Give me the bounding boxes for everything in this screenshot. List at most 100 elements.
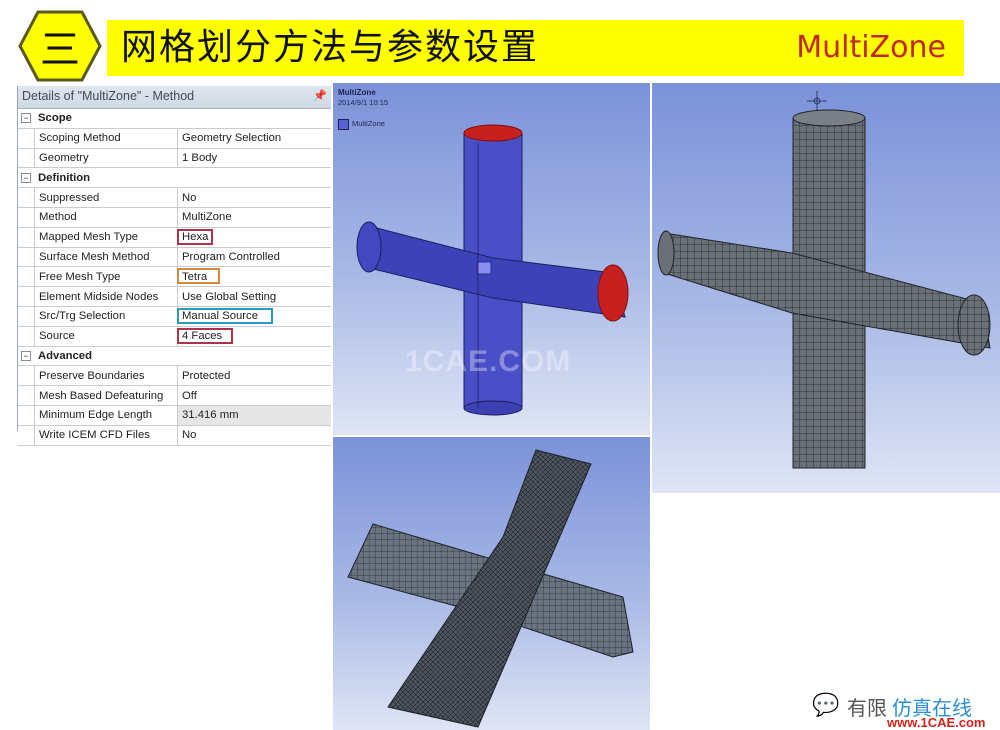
property-value[interactable]: 31.416 mm bbox=[177, 405, 331, 425]
property-name: Preserve Boundaries bbox=[34, 366, 177, 386]
brand-text-1: 有限 bbox=[847, 696, 887, 720]
property-row[interactable]: Minimum Edge Length 31.416 mm bbox=[18, 405, 331, 426]
property-value[interactable]: 4 Faces bbox=[177, 326, 331, 346]
property-value-text: Protected bbox=[182, 369, 231, 382]
property-row[interactable]: Src/Trg Selection Manual Source bbox=[18, 306, 331, 327]
property-value-text: No bbox=[182, 429, 197, 442]
cross-geometry-model bbox=[356, 124, 629, 416]
watermark: 1CAE.COM bbox=[405, 345, 572, 378]
property-row[interactable]: Surface Mesh Method Program Controlled bbox=[18, 247, 331, 268]
property-value-text: No bbox=[182, 191, 197, 204]
legend-swatch bbox=[338, 119, 349, 130]
pin-icon[interactable]: 📌 bbox=[313, 89, 327, 102]
property-name: Suppressed bbox=[34, 188, 177, 207]
method-tag: MultiZone bbox=[796, 30, 946, 65]
property-name: Scoping Method bbox=[34, 128, 177, 148]
details-panel: Details of "MultiZone" - Method 📌 − Scope… bbox=[17, 86, 331, 446]
highlight-box bbox=[177, 327, 234, 344]
property-value[interactable]: Hexa bbox=[177, 227, 331, 247]
property-value-text: Use Global Setting bbox=[182, 290, 277, 303]
property-row[interactable]: Source 4 Faces bbox=[18, 326, 331, 347]
property-value[interactable]: Program Controlled bbox=[177, 247, 331, 267]
section-numeral: 三 bbox=[40, 27, 80, 73]
property-value-text: 1 Body bbox=[182, 151, 218, 164]
property-value[interactable]: Off bbox=[177, 386, 331, 405]
page-title: 网格划分方法与参数设置 bbox=[121, 27, 540, 68]
property-name: Geometry bbox=[34, 148, 177, 168]
property-value[interactable]: Manual Source bbox=[177, 306, 331, 326]
details-panel-header: Details of "MultiZone" - Method 📌 bbox=[18, 86, 331, 109]
property-row[interactable]: Geometry 1 Body bbox=[18, 148, 331, 169]
category-advanced[interactable]: − Advanced bbox=[18, 347, 331, 367]
property-name: Src/Trg Selection bbox=[34, 306, 177, 326]
minus-icon[interactable]: − bbox=[21, 172, 31, 183]
collapse-toggle[interactable]: − bbox=[18, 347, 34, 366]
property-name: Minimum Edge Length bbox=[34, 405, 177, 425]
property-name: Write ICEM CFD Files bbox=[34, 425, 177, 445]
source-face-top bbox=[463, 124, 523, 142]
brand-url[interactable]: www.1CAE.com bbox=[887, 715, 985, 730]
property-name: Mapped Mesh Type bbox=[34, 227, 177, 247]
hex-left-end bbox=[657, 230, 675, 276]
minus-icon[interactable]: − bbox=[21, 350, 31, 361]
property-value-text: Off bbox=[182, 389, 197, 402]
property-row[interactable]: Method MultiZone bbox=[18, 207, 331, 228]
minus-icon[interactable]: − bbox=[21, 113, 31, 124]
property-row[interactable]: Write ICEM CFD Files No bbox=[18, 425, 331, 446]
property-value[interactable]: No bbox=[177, 188, 331, 207]
property-row[interactable]: Scoping Method Geometry Selection bbox=[18, 128, 331, 149]
horizontal-cylinder-left-end bbox=[356, 221, 382, 273]
property-name: Source bbox=[34, 326, 177, 346]
property-name: Mesh Based Defeaturing bbox=[34, 386, 177, 405]
property-value-text: Program Controlled bbox=[182, 250, 280, 263]
collapse-toggle[interactable]: − bbox=[18, 109, 34, 128]
property-value-text: MultiZone bbox=[182, 211, 232, 224]
junction-marker bbox=[476, 261, 492, 275]
property-value-text: Geometry Selection bbox=[182, 132, 282, 145]
property-value[interactable]: 1 Body bbox=[177, 148, 331, 168]
hex-mesh-viewport[interactable] bbox=[652, 83, 1000, 493]
hex-top-face bbox=[792, 109, 866, 127]
property-row[interactable]: Mesh Based Defeaturing Off bbox=[18, 386, 331, 406]
category-definition[interactable]: − Definition bbox=[18, 168, 331, 189]
details-panel-title: Details of "MultiZone" - Method bbox=[22, 89, 195, 103]
property-value[interactable]: MultiZone bbox=[177, 207, 331, 227]
category-label: Scope bbox=[38, 112, 72, 125]
footer-brand: 💬 有限 仿真在线 www.1CAE.com bbox=[792, 690, 997, 730]
details-grid: − Scope Scoping Method Geometry Selection Ge… bbox=[18, 109, 331, 446]
viewport-date: 2014/9/1 10:15 bbox=[338, 98, 389, 107]
wechat-icon: 💬 bbox=[812, 692, 840, 717]
category-scope[interactable]: − Scope bbox=[18, 109, 331, 129]
property-row[interactable]: Element Midside Nodes Use Global Setting bbox=[18, 287, 331, 307]
property-row[interactable]: Preserve Boundaries Protected bbox=[18, 366, 331, 387]
property-row[interactable]: Free Mesh Type Tetra bbox=[18, 267, 331, 288]
property-name: Surface Mesh Method bbox=[34, 247, 177, 267]
crosshair-icon bbox=[807, 91, 827, 111]
title-banner: 网格划分方法与参数设置 MultiZone bbox=[107, 20, 964, 76]
collapse-toggle[interactable]: − bbox=[18, 168, 34, 187]
tet-mesh-viewport[interactable] bbox=[333, 437, 650, 730]
legend-label: MultiZone bbox=[352, 119, 385, 128]
source-face-right bbox=[597, 264, 629, 322]
property-name: Element Midside Nodes bbox=[34, 287, 177, 306]
property-name: Free Mesh Type bbox=[34, 267, 177, 287]
highlight-box bbox=[177, 268, 220, 285]
category-label: Advanced bbox=[38, 349, 92, 362]
viewport-title: MultiZone bbox=[338, 88, 376, 97]
property-value[interactable]: No bbox=[177, 425, 331, 445]
property-name: Method bbox=[34, 207, 177, 227]
geometry-viewport[interactable]: MultiZone 2014/9/1 10:15 MultiZone 1CAE.… bbox=[333, 83, 650, 435]
property-value[interactable]: Tetra bbox=[177, 267, 331, 287]
property-row[interactable]: Mapped Mesh Type Hexa bbox=[18, 227, 331, 248]
property-row[interactable]: Suppressed No bbox=[18, 188, 331, 208]
category-label: Definition bbox=[38, 171, 91, 184]
hex-mesh-model bbox=[657, 91, 991, 469]
vertical-cylinder-bottom bbox=[463, 400, 523, 416]
hex-right-end bbox=[957, 294, 991, 356]
property-value[interactable]: Protected bbox=[177, 366, 331, 386]
highlight-box bbox=[177, 307, 273, 324]
property-value[interactable]: Geometry Selection bbox=[177, 128, 331, 148]
tet-mesh-model bbox=[347, 449, 634, 728]
highlight-box bbox=[177, 228, 214, 245]
property-value[interactable]: Use Global Setting bbox=[177, 287, 331, 306]
